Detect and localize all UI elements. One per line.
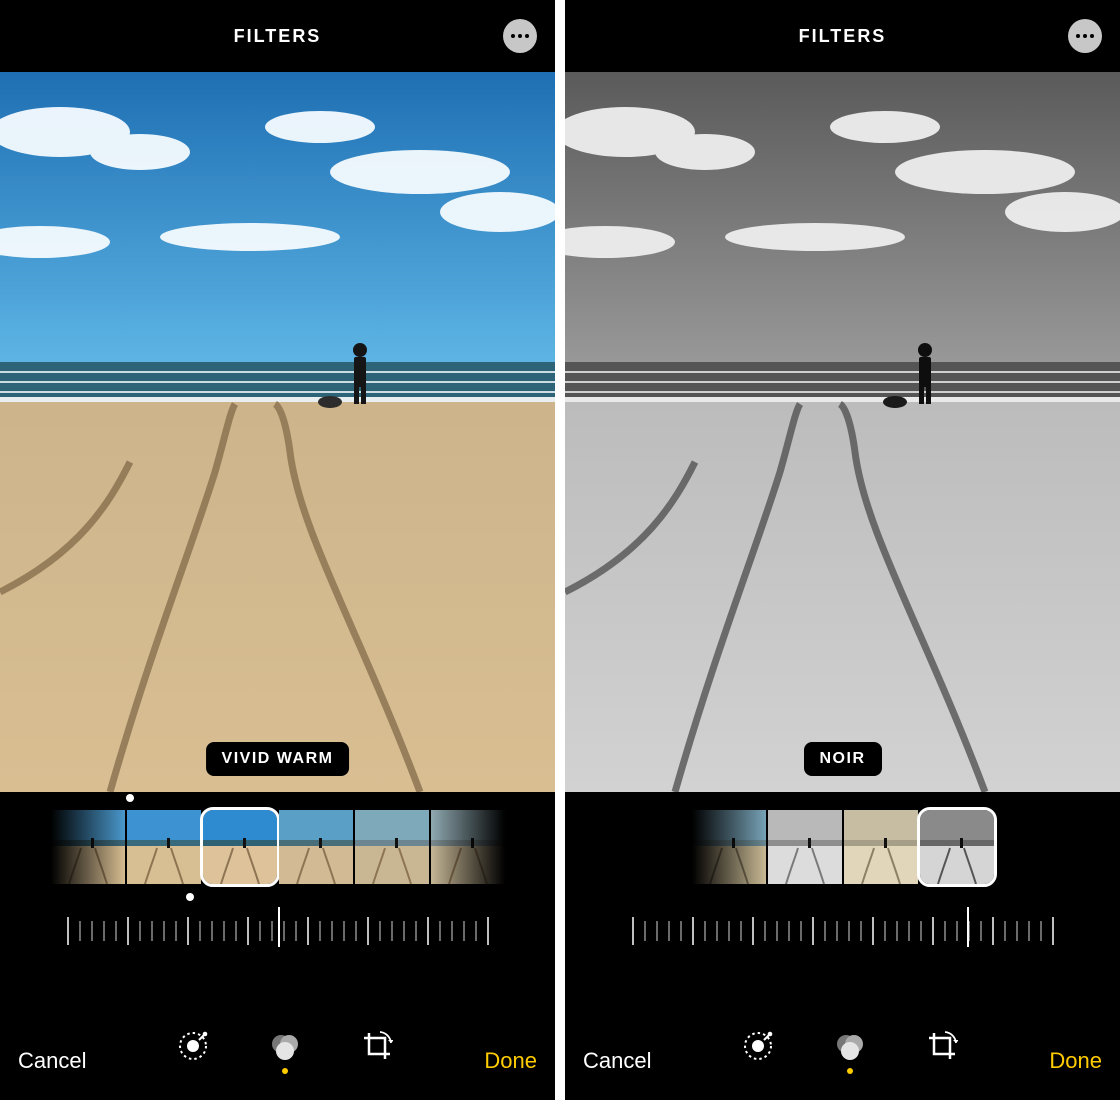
slider-cursor[interactable] (967, 907, 969, 947)
beach-photo-bw (565, 72, 1120, 792)
filter-name-label: NOIR (804, 742, 882, 776)
done-button[interactable]: Done (1049, 1048, 1102, 1074)
crop-icon (361, 1030, 393, 1062)
photo-preview[interactable]: VIVID WARM (0, 72, 555, 792)
filter-thumb[interactable] (51, 810, 125, 884)
slider-cursor[interactable] (278, 907, 280, 947)
filter-name-label: VIVID WARM (206, 742, 350, 776)
editor-screen-vivid: FILTERS (0, 0, 555, 1100)
filter-thumb[interactable] (279, 810, 353, 884)
filter-thumb-selected[interactable] (203, 810, 277, 884)
done-button[interactable]: Done (484, 1048, 537, 1074)
editor-screen-noir: FILTERS (565, 0, 1120, 1100)
filter-thumb[interactable] (768, 810, 842, 884)
active-tool-dot (847, 1068, 853, 1074)
intensity-slider-row (0, 902, 555, 960)
filter-thumb[interactable] (127, 810, 201, 884)
crop-tool[interactable] (924, 1030, 960, 1074)
filter-thumbs (0, 792, 555, 902)
filter-thumb[interactable] (431, 810, 505, 884)
filters-tool[interactable] (832, 1030, 868, 1074)
slider-anchor-dot (186, 893, 194, 901)
intensity-slider[interactable] (68, 911, 488, 951)
cancel-button[interactable]: Cancel (583, 1048, 651, 1074)
active-tool-dot (282, 1068, 288, 1074)
adjust-tool[interactable] (175, 1030, 211, 1074)
more-button[interactable] (503, 19, 537, 53)
cancel-button[interactable]: Cancel (18, 1048, 86, 1074)
top-bar: FILTERS (565, 0, 1120, 72)
filters-icon (269, 1030, 301, 1062)
bottom-bar: Cancel (0, 960, 555, 1100)
beach-photo (0, 72, 555, 792)
photo-preview[interactable]: NOIR (565, 72, 1120, 792)
tool-row (740, 1030, 960, 1074)
filter-thumb[interactable] (355, 810, 429, 884)
filters-icon (834, 1030, 866, 1062)
screen-title: FILTERS (234, 26, 322, 47)
screen-title: FILTERS (799, 26, 887, 47)
intensity-slider[interactable] (633, 911, 1053, 951)
adjust-icon (177, 1030, 209, 1062)
intensity-slider-row (565, 902, 1120, 960)
top-bar: FILTERS (0, 0, 555, 72)
filter-thumbs (565, 792, 1120, 902)
tool-row (175, 1030, 395, 1074)
more-button[interactable] (1068, 19, 1102, 53)
filters-tool[interactable] (267, 1030, 303, 1074)
origin-indicator-dot (126, 794, 134, 802)
adjust-tool[interactable] (740, 1030, 776, 1074)
filter-thumb[interactable] (692, 810, 766, 884)
filter-thumb[interactable] (844, 810, 918, 884)
crop-icon (926, 1030, 958, 1062)
crop-tool[interactable] (359, 1030, 395, 1074)
bottom-bar: Cancel (565, 960, 1120, 1100)
ellipsis-icon (511, 34, 515, 38)
adjust-icon (742, 1030, 774, 1062)
ellipsis-icon (1076, 34, 1080, 38)
filter-thumb-selected[interactable] (920, 810, 994, 884)
